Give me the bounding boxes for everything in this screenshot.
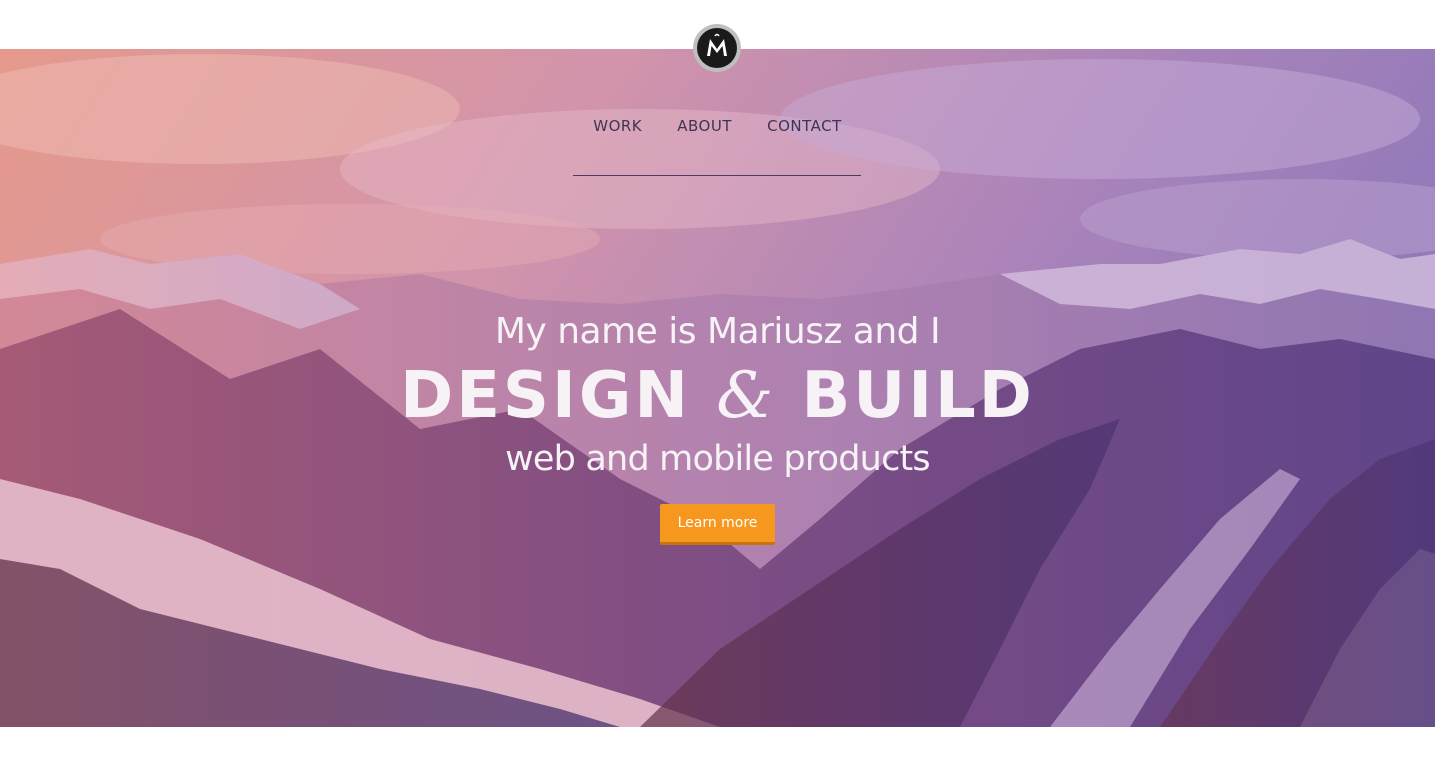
nav-item-work[interactable]: WORK xyxy=(593,117,642,135)
hero-intro-text: My name is Mariusz and I xyxy=(494,311,941,352)
nav-item-contact[interactable]: CONTACT xyxy=(767,117,842,135)
main-nav: WORK ABOUT CONTACT xyxy=(0,116,1435,135)
logo[interactable] xyxy=(693,24,741,72)
hero-subtitle: web and mobile products xyxy=(505,439,931,479)
nav-item-about[interactable]: ABOUT xyxy=(677,117,732,135)
hero-title: DESIGN & BUILD xyxy=(0,359,1435,433)
nav-divider xyxy=(573,175,861,176)
m-monogram-icon xyxy=(707,33,727,56)
hero-title-build: BUILD xyxy=(801,359,1035,433)
hero-title-design: DESIGN xyxy=(400,359,691,433)
learn-more-button[interactable]: Learn more xyxy=(660,504,775,545)
hero-headline: My name is Mariusz and I DESIGN & BUILD … xyxy=(0,305,1435,485)
logo-badge xyxy=(697,28,737,68)
hero-title-ampersand: & xyxy=(716,359,777,433)
